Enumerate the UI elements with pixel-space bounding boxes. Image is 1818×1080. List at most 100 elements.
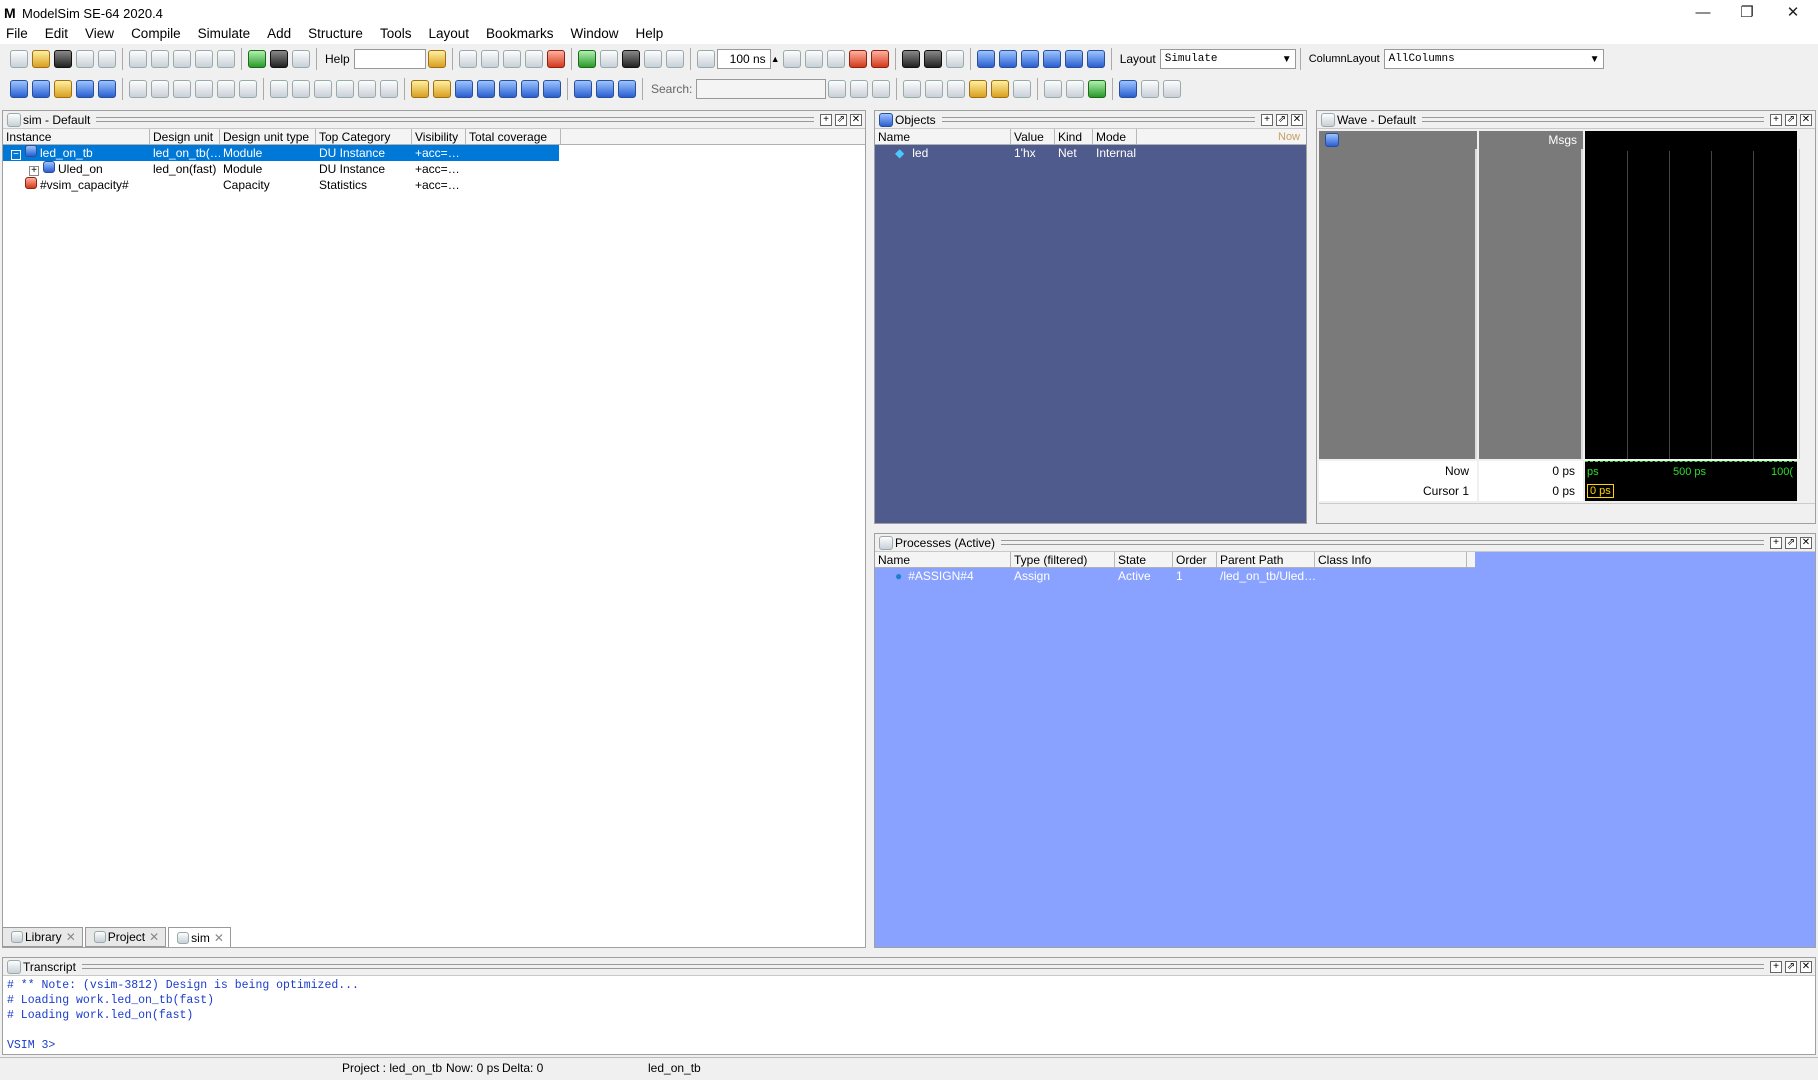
falling-edge-icon[interactable] [521, 80, 539, 98]
col-class-info[interactable]: Class Info [1315, 552, 1467, 567]
cursor-add-icon[interactable] [1119, 80, 1138, 98]
trace-all-icon[interactable] [217, 80, 235, 98]
dock-icon[interactable]: + [1261, 113, 1273, 126]
memory-icon[interactable] [923, 50, 942, 68]
wave-values-area[interactable] [1479, 149, 1583, 459]
cursor-marker[interactable]: 0 ps [1587, 484, 1614, 498]
zoom-cursor-icon[interactable] [969, 80, 988, 98]
cursor-track[interactable]: 0 ps [1585, 481, 1797, 501]
transcript-output[interactable]: # ** Note: (vsim-3812) Design is being o… [3, 976, 1815, 1054]
table-row[interactable]: ● #ASSIGN#4 Assign Active 1 /led_on_tb/Ul… [875, 568, 1815, 584]
close-tab-icon[interactable]: ✕ [214, 931, 224, 945]
find-binoculars-icon[interactable] [270, 50, 288, 68]
search-up-icon[interactable] [828, 80, 847, 98]
add-item-icon[interactable] [248, 50, 266, 68]
table-row[interactable]: #vsim_capacity# Capacity Statistics +acc… [3, 177, 865, 193]
back-arrow-icon[interactable] [643, 50, 662, 68]
layout-select[interactable]: Simulate [1159, 49, 1296, 69]
menu-structure[interactable]: Structure [308, 26, 363, 41]
minimize-icon[interactable]: — [1680, 0, 1726, 24]
trace-input-icon[interactable] [129, 80, 147, 98]
close-window-icon[interactable]: ✕ [1770, 0, 1816, 24]
table-row[interactable]: − led_on_tb led_on_tb(… Module DU Instanc… [3, 145, 559, 161]
search-down-icon[interactable] [850, 80, 869, 98]
measure-icon[interactable] [358, 80, 376, 98]
print-icon[interactable] [98, 50, 116, 68]
wave-signal-icon[interactable] [1325, 133, 1339, 147]
trace-clear-icon[interactable] [239, 80, 257, 98]
tab-project[interactable]: Project ✕ [84, 927, 167, 947]
menu-bookmarks[interactable]: Bookmarks [486, 26, 554, 41]
hand-icon[interactable] [945, 50, 964, 68]
col-top-category[interactable]: Top Category [316, 129, 412, 144]
menu-compile[interactable]: Compile [131, 26, 181, 41]
menu-layout[interactable]: Layout [428, 26, 469, 41]
cut-icon[interactable] [129, 50, 147, 68]
undo-icon[interactable] [195, 50, 213, 68]
col-type[interactable]: Type (filtered) [1011, 552, 1115, 567]
undock-icon[interactable]: ⇗ [1785, 960, 1797, 973]
trace-buffer-icon[interactable] [195, 80, 213, 98]
continue-run-icon[interactable] [804, 50, 823, 68]
dock-icon[interactable]: + [1770, 536, 1782, 549]
dock-icon[interactable]: + [1770, 960, 1782, 973]
step-into-icon[interactable] [1042, 50, 1061, 68]
collapse-all-icon[interactable] [292, 50, 310, 68]
restore-icon[interactable]: ❐ [1724, 0, 1770, 24]
tab-sim[interactable]: sim ✕ [168, 927, 231, 947]
col-visibility[interactable]: Visibility [412, 129, 466, 144]
wave-divider-icon[interactable] [76, 80, 94, 98]
zoom-fit-icon[interactable] [1013, 80, 1032, 98]
col-name[interactable]: Name [875, 129, 1011, 144]
dataflow-icon[interactable] [380, 80, 398, 98]
expand-all-icon[interactable] [618, 80, 636, 98]
step-icon[interactable] [976, 50, 995, 68]
column-layout-dropdown-icon[interactable]: ▼ [1590, 54, 1604, 65]
table-row[interactable]: ◆ led 1'hx Net Internal [875, 145, 1306, 161]
break-icon[interactable] [524, 50, 543, 68]
col-parent-path[interactable]: Parent Path [1217, 552, 1315, 567]
dock-icon[interactable]: + [1770, 113, 1782, 126]
menu-tools[interactable]: Tools [380, 26, 412, 41]
zoom-in-icon[interactable] [903, 80, 922, 98]
close-tab-icon[interactable]: ✕ [66, 930, 76, 944]
next-transition-icon[interactable] [477, 80, 495, 98]
transcript-prompt[interactable]: VSIM 3> [7, 1038, 1811, 1053]
run-length-spinner-icon[interactable]: ▲ [771, 54, 781, 64]
close-pane-icon[interactable]: ✕ [1800, 960, 1812, 973]
pan-icon[interactable] [314, 80, 332, 98]
redo-icon[interactable] [217, 50, 235, 68]
rising-edge-icon[interactable] [499, 80, 517, 98]
add-wave-icon[interactable] [577, 50, 596, 68]
close-pane-icon[interactable]: ✕ [1800, 536, 1812, 549]
close-pane-icon[interactable]: ✕ [1800, 113, 1812, 126]
dock-icon[interactable]: + [820, 113, 832, 126]
menu-file[interactable]: File [6, 26, 28, 41]
select-pointer-icon[interactable] [270, 80, 288, 98]
step-out-icon[interactable] [1020, 50, 1039, 68]
col-instance[interactable]: Instance [3, 129, 150, 144]
end-simulation-icon[interactable] [546, 50, 565, 68]
find-edge-icon[interactable] [411, 80, 429, 98]
wave-group-icon[interactable] [54, 80, 72, 98]
undock-icon[interactable]: ⇗ [1785, 536, 1797, 549]
open-folder-icon[interactable] [32, 50, 50, 68]
run-length-input[interactable]: 100 ns [716, 49, 771, 69]
search-options-icon[interactable] [872, 80, 891, 98]
zoom-full-icon[interactable] [947, 80, 966, 98]
menu-edit[interactable]: Edit [45, 26, 68, 41]
expand-icon[interactable]: + [29, 166, 39, 176]
new-file-icon[interactable] [10, 50, 28, 68]
layout-grid-icon[interactable] [1088, 80, 1107, 98]
step-back-icon[interactable] [1086, 50, 1105, 68]
wave-export-icon[interactable] [98, 80, 116, 98]
col-design-unit[interactable]: Design unit [150, 129, 220, 144]
wave-insert-icon[interactable] [32, 80, 50, 98]
now-label[interactable]: Now [1275, 129, 1305, 144]
menu-window[interactable]: Window [571, 26, 619, 41]
save-icon[interactable] [54, 50, 72, 68]
zoom-out-icon[interactable] [925, 80, 944, 98]
copy-icon[interactable] [151, 50, 169, 68]
layout-split-icon[interactable] [1044, 80, 1063, 98]
wave-vertical-scrollbar[interactable] [1799, 149, 1815, 459]
